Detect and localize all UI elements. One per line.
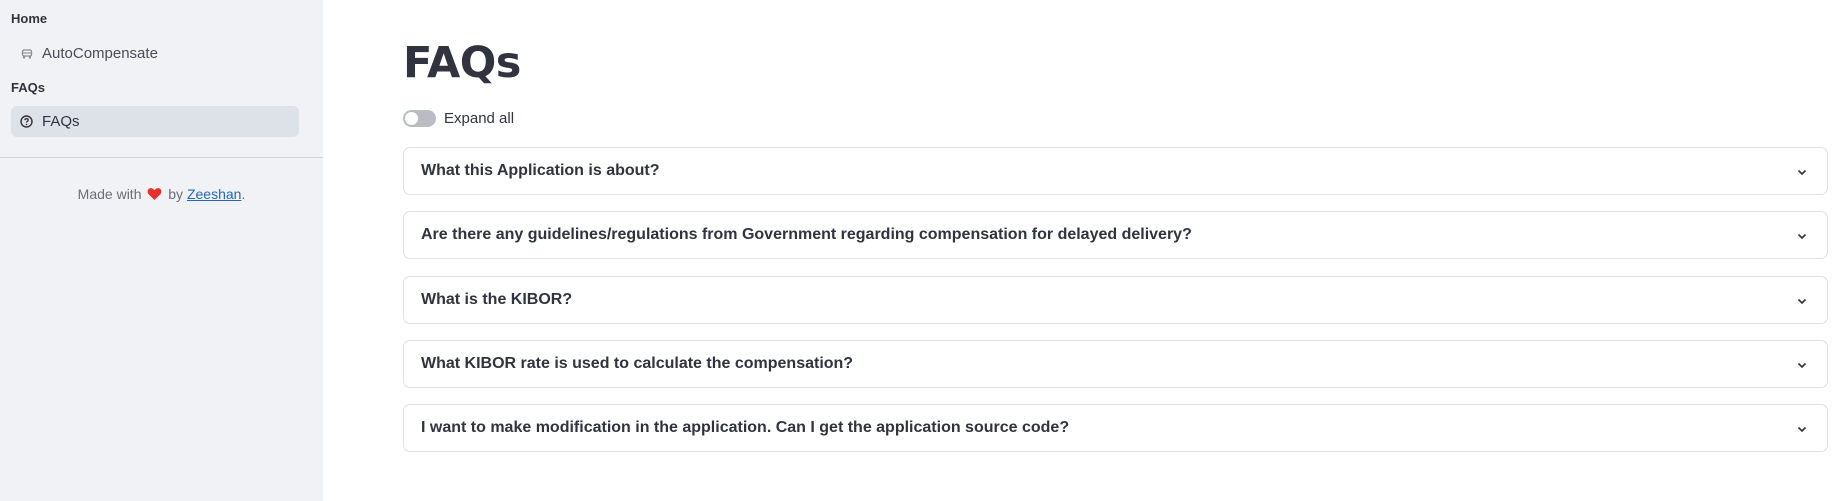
help-circle-icon: [20, 115, 33, 128]
sidebar-footer: Made with by Zeeshan.: [0, 186, 323, 204]
footer-suffix: .: [241, 186, 246, 202]
sidebar-item-autocompensate[interactable]: AutoCompensate: [11, 38, 299, 69]
faq-item-3[interactable]: What is the KIBOR?: [403, 276, 1828, 324]
faq-question: What this Application is about?: [421, 162, 660, 179]
sidebar-item-faqs[interactable]: FAQs: [11, 106, 299, 137]
sidebar: Home AutoCompensate FAQs FAQs Made with: [0, 0, 323, 501]
faq-question: What KIBOR rate is used to calculate the…: [421, 355, 854, 372]
faq-item-5[interactable]: I want to make modification in the appli…: [403, 404, 1828, 452]
author-link[interactable]: Zeeshan: [187, 186, 241, 202]
sidebar-item-label: AutoCompensate: [42, 45, 158, 62]
page-title: FAQs: [403, 38, 521, 88]
footer-prefix: Made with: [77, 186, 142, 202]
sidebar-divider: [0, 157, 323, 158]
expand-all-toggle[interactable]: [403, 110, 436, 127]
footer-by: by: [168, 186, 184, 202]
sidebar-item-label: FAQs: [42, 113, 80, 130]
chevron-down-icon: [1797, 362, 1807, 369]
faq-item-4[interactable]: What KIBOR rate is used to calculate the…: [403, 340, 1828, 388]
chevron-down-icon: [1797, 169, 1807, 176]
car-icon: [20, 47, 33, 60]
heart-icon: [147, 187, 162, 204]
faq-item-1[interactable]: What this Application is about?: [403, 147, 1828, 195]
faq-question: What is the KIBOR?: [421, 291, 573, 308]
section-label-faqs: FAQs: [11, 80, 45, 95]
chevron-down-icon: [1797, 233, 1807, 240]
chevron-down-icon: [1797, 426, 1807, 433]
chevron-down-icon: [1797, 298, 1807, 305]
section-label-home: Home: [11, 11, 48, 26]
faq-item-2[interactable]: Are there any guidelines/regulations fro…: [403, 211, 1828, 259]
expand-all-label: Expand all: [444, 110, 515, 127]
expand-all-row: Expand all: [403, 110, 514, 127]
faq-question: I want to make modification in the appli…: [421, 419, 1070, 436]
toggle-knob: [405, 112, 418, 125]
faq-question: Are there any guidelines/regulations fro…: [421, 226, 1192, 243]
